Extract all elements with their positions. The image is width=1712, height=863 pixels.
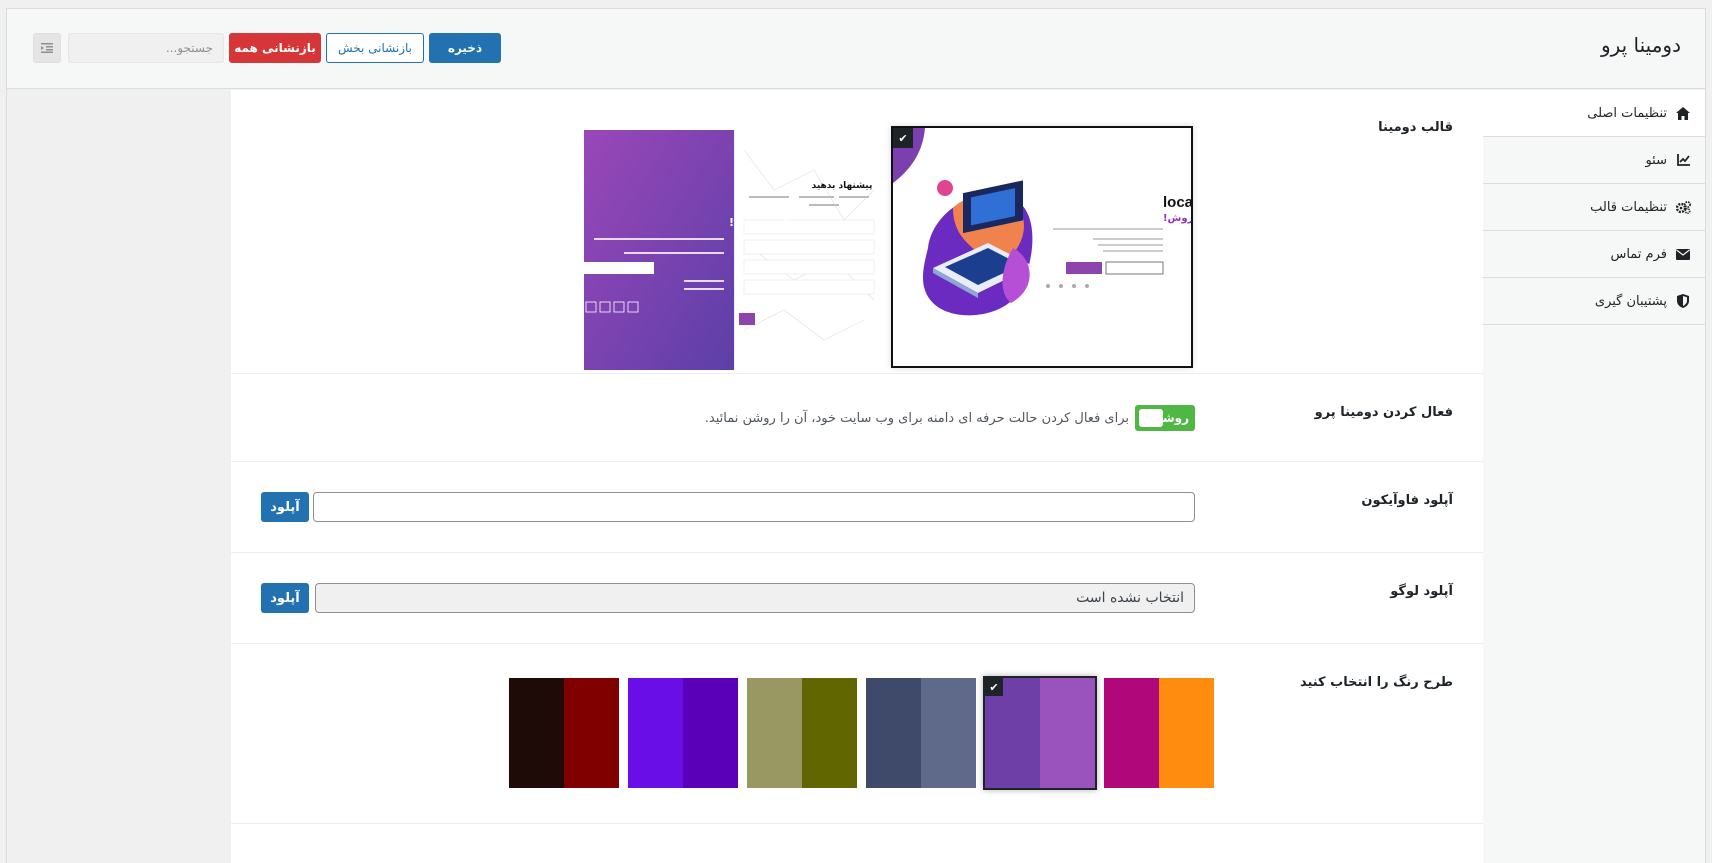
favicon-url-input[interactable] bbox=[313, 492, 1195, 522]
check-icon: ✔ bbox=[985, 678, 1003, 696]
color-swatch[interactable] bbox=[628, 678, 738, 788]
color-scheme-label: طرح رنگ را انتخاب کنید bbox=[1299, 675, 1453, 690]
header-bar: دومینا پرو ذخیره بازنشانی بخش بازنشانی ه… bbox=[7, 9, 1705, 89]
color-swatch[interactable] bbox=[747, 678, 857, 788]
template-option-1[interactable]: ✔ localhost/test برای فروش! bbox=[891, 126, 1193, 368]
sidebar-item-label: سئو bbox=[1645, 152, 1667, 168]
shield-icon bbox=[1675, 294, 1691, 308]
template-preview-image: localhost/test برای فروش! bbox=[893, 128, 1191, 316]
check-icon: ✔ bbox=[893, 128, 913, 148]
save-button[interactable]: ذخیره bbox=[429, 33, 501, 63]
template-label: قالب دومینا bbox=[1378, 120, 1453, 135]
logo-row: آپلود لوگو انتخاب نشده است آپلود bbox=[231, 553, 1483, 644]
enable-label: فعال کردن دومینا پرو bbox=[1314, 405, 1453, 420]
swatch-color-primary bbox=[802, 678, 857, 788]
logo-upload-button[interactable]: آپلود bbox=[261, 583, 309, 613]
favicon-row: آپلود فاوآیکون آپلود bbox=[231, 462, 1483, 553]
search-input[interactable]: جستجو... bbox=[68, 33, 224, 63]
color-swatch[interactable] bbox=[866, 678, 976, 788]
template-domain-text: localhost/test bbox=[1163, 194, 1191, 211]
sidebar-item-contact-form[interactable]: فرم تماس bbox=[1480, 231, 1705, 278]
reset-section-button[interactable]: بازنشانی بخش bbox=[326, 33, 424, 63]
sidebar-nav: تنظیمات اصلی سئو تنظیمات قالب فرم تماس پ… bbox=[1479, 90, 1705, 863]
sidebar-item-backup[interactable]: پشتیبان گیری bbox=[1480, 278, 1705, 325]
swatch-color-primary bbox=[564, 678, 619, 788]
enable-description: برای فعال کردن حالت حرفه ای دامنه برای و… bbox=[704, 410, 1129, 426]
sidebar-item-seo[interactable]: سئو bbox=[1480, 137, 1705, 184]
color-swatch[interactable] bbox=[509, 678, 619, 788]
swatch-color-primary bbox=[1159, 678, 1214, 788]
settings-frame: دومینا پرو ذخیره بازنشانی بخش بازنشانی ه… bbox=[6, 8, 1706, 863]
swatch-color-secondary bbox=[628, 678, 683, 788]
page-title: دومینا پرو bbox=[1600, 33, 1681, 57]
gears-icon bbox=[1675, 200, 1691, 214]
enable-toggle-group: روشن برای فعال کردن حالت حرفه ای دامنه ب… bbox=[705, 405, 1195, 431]
reset-all-button[interactable]: بازنشانی همه bbox=[229, 33, 321, 63]
logo-label: آپلود لوگو bbox=[1390, 584, 1453, 599]
color-scheme-row: طرح رنگ را انتخاب کنید ✔ bbox=[231, 644, 1483, 824]
expand-toggle-button[interactable] bbox=[33, 33, 61, 63]
template-row: قالب دومینا ✔ localhost/test bbox=[231, 90, 1483, 374]
swatch-color-secondary bbox=[866, 678, 921, 788]
home-icon bbox=[1675, 106, 1691, 120]
swatch-color-secondary bbox=[509, 678, 564, 788]
offer-title-text: پیشنهاد بدهید bbox=[812, 181, 873, 191]
swatch-color-primary bbox=[1040, 678, 1095, 788]
template-tagline-text: برای فروش! bbox=[1163, 213, 1191, 224]
indent-icon bbox=[41, 43, 53, 53]
template-option-2[interactable]: پیشنهاد بدهید localhost/test برای فروش! bbox=[584, 130, 884, 370]
swatch-color-secondary bbox=[1104, 678, 1159, 788]
swatch-color-primary bbox=[921, 678, 976, 788]
settings-panel: قالب دومینا ✔ localhost/test bbox=[231, 90, 1483, 863]
sidebar-item-label: فرم تماس bbox=[1610, 246, 1667, 262]
chart-icon bbox=[1675, 154, 1691, 166]
favicon-label: آپلود فاوآیکون bbox=[1361, 493, 1453, 508]
header-controls: ذخیره بازنشانی بخش بازنشانی همه جستجو... bbox=[33, 33, 501, 63]
swatch-color-secondary bbox=[747, 678, 802, 788]
enable-row: فعال کردن دومینا پرو روشن برای فعال کردن… bbox=[231, 374, 1483, 462]
sidebar-item-main-settings[interactable]: تنظیمات اصلی bbox=[1479, 90, 1705, 137]
sidebar-item-label: تنظیمات قالب bbox=[1590, 199, 1667, 215]
envelope-icon bbox=[1675, 248, 1691, 260]
swatch-color-primary bbox=[683, 678, 738, 788]
template-tagline-text: برای فروش! bbox=[729, 216, 799, 229]
favicon-upload-button[interactable]: آپلود bbox=[261, 492, 309, 522]
logo-url-input[interactable]: انتخاب نشده است bbox=[315, 583, 1195, 613]
template-preview-image: پیشنهاد بدهید localhost/test برای فروش! bbox=[584, 130, 875, 370]
color-swatch[interactable]: ✔ bbox=[983, 676, 1097, 790]
sidebar-item-theme-settings[interactable]: تنظیمات قالب bbox=[1480, 184, 1705, 231]
sidebar-item-label: پشتیبان گیری bbox=[1594, 293, 1667, 309]
color-swatch[interactable] bbox=[1104, 678, 1214, 788]
toggle-knob bbox=[1139, 409, 1163, 427]
enable-toggle[interactable]: روشن bbox=[1135, 405, 1195, 431]
sidebar-item-label: تنظیمات اصلی bbox=[1587, 105, 1667, 121]
